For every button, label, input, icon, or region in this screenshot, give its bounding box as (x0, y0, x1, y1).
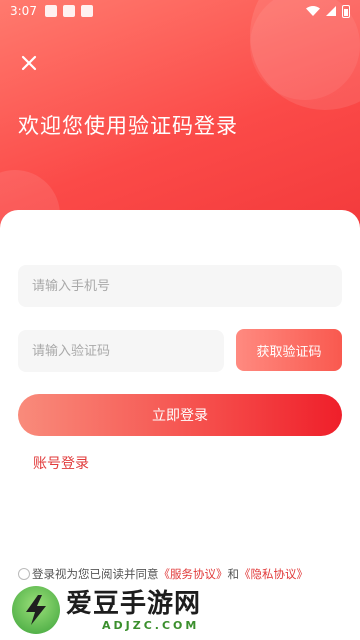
signal-icon (326, 6, 336, 16)
status-bar: 3:07 (0, 0, 360, 22)
watermark: 爱豆手游网 ADJZC.COM (12, 582, 201, 638)
page-title: 欢迎您使用验证码登录 (18, 114, 238, 138)
agreement-row: 登录视为您已阅读并同意 《服务协议》 和 《隐私协议》 (18, 566, 308, 582)
close-icon (21, 55, 37, 71)
get-code-button[interactable]: 获取验证码 (236, 329, 342, 371)
notification-icon (80, 5, 93, 17)
verification-code-input[interactable] (18, 330, 224, 372)
service-agreement-link[interactable]: 《服务协议》 (159, 566, 228, 582)
account-login-link[interactable]: 账号登录 (33, 453, 89, 473)
phone-input[interactable] (18, 265, 342, 307)
agreement-text: 登录视为您已阅读并同意 (32, 567, 159, 581)
watermark-logo-icon (12, 586, 60, 634)
lightning-icon (26, 595, 46, 625)
agreement-checkbox[interactable] (18, 568, 30, 580)
notification-icon (44, 5, 57, 17)
battery-icon (342, 4, 350, 18)
login-button[interactable]: 立即登录 (18, 394, 342, 436)
status-time: 3:07 (10, 4, 37, 18)
privacy-agreement-link[interactable]: 《隐私协议》 (239, 566, 308, 582)
wifi-icon (306, 6, 320, 16)
watermark-title: 爱豆手游网 (66, 588, 202, 619)
agreement-and: 和 (227, 567, 240, 581)
watermark-url: ADJZC.COM (102, 618, 200, 632)
close-button[interactable] (18, 52, 40, 74)
notification-icon (62, 5, 75, 17)
